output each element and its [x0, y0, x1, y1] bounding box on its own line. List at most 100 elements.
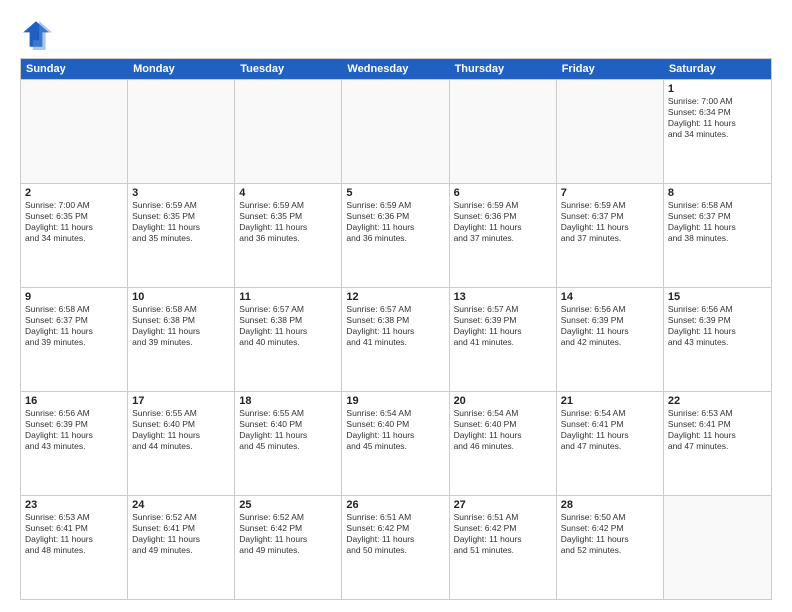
empty-cell-0-0: [21, 80, 128, 183]
day-info: Sunrise: 6:53 AM Sunset: 6:41 PM Dayligh…: [25, 512, 123, 556]
day-info: Sunrise: 6:57 AM Sunset: 6:38 PM Dayligh…: [346, 304, 444, 348]
day-number: 6: [454, 187, 552, 199]
day-cell-18: 18Sunrise: 6:55 AM Sunset: 6:40 PM Dayli…: [235, 392, 342, 495]
day-info: Sunrise: 6:59 AM Sunset: 6:35 PM Dayligh…: [132, 200, 230, 244]
day-cell-7: 7Sunrise: 6:59 AM Sunset: 6:37 PM Daylig…: [557, 184, 664, 287]
day-info: Sunrise: 7:00 AM Sunset: 6:35 PM Dayligh…: [25, 200, 123, 244]
day-number: 9: [25, 291, 123, 303]
day-number: 14: [561, 291, 659, 303]
day-info: Sunrise: 6:59 AM Sunset: 6:36 PM Dayligh…: [346, 200, 444, 244]
day-number: 2: [25, 187, 123, 199]
day-cell-3: 3Sunrise: 6:59 AM Sunset: 6:35 PM Daylig…: [128, 184, 235, 287]
day-number: 17: [132, 395, 230, 407]
day-info: Sunrise: 6:51 AM Sunset: 6:42 PM Dayligh…: [346, 512, 444, 556]
day-number: 28: [561, 499, 659, 511]
day-cell-12: 12Sunrise: 6:57 AM Sunset: 6:38 PM Dayli…: [342, 288, 449, 391]
day-info: Sunrise: 6:56 AM Sunset: 6:39 PM Dayligh…: [561, 304, 659, 348]
day-number: 12: [346, 291, 444, 303]
week-row-1: 2Sunrise: 7:00 AM Sunset: 6:35 PM Daylig…: [21, 183, 771, 287]
day-info: Sunrise: 6:58 AM Sunset: 6:37 PM Dayligh…: [668, 200, 767, 244]
week-row-4: 23Sunrise: 6:53 AM Sunset: 6:41 PM Dayli…: [21, 495, 771, 599]
day-info: Sunrise: 6:57 AM Sunset: 6:38 PM Dayligh…: [239, 304, 337, 348]
day-cell-1: 1Sunrise: 7:00 AM Sunset: 6:34 PM Daylig…: [664, 80, 771, 183]
day-info: Sunrise: 6:56 AM Sunset: 6:39 PM Dayligh…: [25, 408, 123, 452]
day-cell-26: 26Sunrise: 6:51 AM Sunset: 6:42 PM Dayli…: [342, 496, 449, 599]
week-row-3: 16Sunrise: 6:56 AM Sunset: 6:39 PM Dayli…: [21, 391, 771, 495]
header-day-tuesday: Tuesday: [235, 59, 342, 79]
day-cell-14: 14Sunrise: 6:56 AM Sunset: 6:39 PM Dayli…: [557, 288, 664, 391]
day-info: Sunrise: 6:50 AM Sunset: 6:42 PM Dayligh…: [561, 512, 659, 556]
day-info: Sunrise: 6:56 AM Sunset: 6:39 PM Dayligh…: [668, 304, 767, 348]
page: SundayMondayTuesdayWednesdayThursdayFrid…: [0, 0, 792, 612]
day-cell-11: 11Sunrise: 6:57 AM Sunset: 6:38 PM Dayli…: [235, 288, 342, 391]
day-number: 8: [668, 187, 767, 199]
day-cell-21: 21Sunrise: 6:54 AM Sunset: 6:41 PM Dayli…: [557, 392, 664, 495]
day-cell-5: 5Sunrise: 6:59 AM Sunset: 6:36 PM Daylig…: [342, 184, 449, 287]
calendar-body: 1Sunrise: 7:00 AM Sunset: 6:34 PM Daylig…: [21, 79, 771, 599]
empty-cell-0-2: [235, 80, 342, 183]
day-cell-25: 25Sunrise: 6:52 AM Sunset: 6:42 PM Dayli…: [235, 496, 342, 599]
header-day-wednesday: Wednesday: [342, 59, 449, 79]
header-day-friday: Friday: [557, 59, 664, 79]
day-info: Sunrise: 6:52 AM Sunset: 6:41 PM Dayligh…: [132, 512, 230, 556]
day-cell-23: 23Sunrise: 6:53 AM Sunset: 6:41 PM Dayli…: [21, 496, 128, 599]
empty-cell-0-5: [557, 80, 664, 183]
day-number: 5: [346, 187, 444, 199]
week-row-2: 9Sunrise: 6:58 AM Sunset: 6:37 PM Daylig…: [21, 287, 771, 391]
day-cell-8: 8Sunrise: 6:58 AM Sunset: 6:37 PM Daylig…: [664, 184, 771, 287]
day-cell-2: 2Sunrise: 7:00 AM Sunset: 6:35 PM Daylig…: [21, 184, 128, 287]
header-day-saturday: Saturday: [664, 59, 771, 79]
header-day-sunday: Sunday: [21, 59, 128, 79]
day-number: 13: [454, 291, 552, 303]
day-number: 15: [668, 291, 767, 303]
header: [20, 18, 772, 50]
logo: [20, 18, 56, 50]
empty-cell-0-1: [128, 80, 235, 183]
day-info: Sunrise: 6:54 AM Sunset: 6:41 PM Dayligh…: [561, 408, 659, 452]
day-info: Sunrise: 7:00 AM Sunset: 6:34 PM Dayligh…: [668, 96, 767, 140]
day-number: 7: [561, 187, 659, 199]
day-info: Sunrise: 6:58 AM Sunset: 6:37 PM Dayligh…: [25, 304, 123, 348]
day-cell-6: 6Sunrise: 6:59 AM Sunset: 6:36 PM Daylig…: [450, 184, 557, 287]
day-cell-10: 10Sunrise: 6:58 AM Sunset: 6:38 PM Dayli…: [128, 288, 235, 391]
day-info: Sunrise: 6:54 AM Sunset: 6:40 PM Dayligh…: [454, 408, 552, 452]
day-number: 20: [454, 395, 552, 407]
day-number: 24: [132, 499, 230, 511]
day-number: 16: [25, 395, 123, 407]
day-info: Sunrise: 6:59 AM Sunset: 6:36 PM Dayligh…: [454, 200, 552, 244]
logo-icon: [20, 18, 52, 50]
day-info: Sunrise: 6:53 AM Sunset: 6:41 PM Dayligh…: [668, 408, 767, 452]
day-number: 4: [239, 187, 337, 199]
day-cell-9: 9Sunrise: 6:58 AM Sunset: 6:37 PM Daylig…: [21, 288, 128, 391]
week-row-0: 1Sunrise: 7:00 AM Sunset: 6:34 PM Daylig…: [21, 79, 771, 183]
day-info: Sunrise: 6:59 AM Sunset: 6:37 PM Dayligh…: [561, 200, 659, 244]
day-cell-24: 24Sunrise: 6:52 AM Sunset: 6:41 PM Dayli…: [128, 496, 235, 599]
day-cell-4: 4Sunrise: 6:59 AM Sunset: 6:35 PM Daylig…: [235, 184, 342, 287]
day-cell-15: 15Sunrise: 6:56 AM Sunset: 6:39 PM Dayli…: [664, 288, 771, 391]
day-number: 3: [132, 187, 230, 199]
day-info: Sunrise: 6:59 AM Sunset: 6:35 PM Dayligh…: [239, 200, 337, 244]
day-number: 22: [668, 395, 767, 407]
day-number: 10: [132, 291, 230, 303]
header-day-thursday: Thursday: [450, 59, 557, 79]
calendar: SundayMondayTuesdayWednesdayThursdayFrid…: [20, 58, 772, 600]
empty-cell-0-4: [450, 80, 557, 183]
day-info: Sunrise: 6:51 AM Sunset: 6:42 PM Dayligh…: [454, 512, 552, 556]
day-number: 27: [454, 499, 552, 511]
day-number: 23: [25, 499, 123, 511]
empty-cell-0-3: [342, 80, 449, 183]
day-number: 1: [668, 83, 767, 95]
day-cell-27: 27Sunrise: 6:51 AM Sunset: 6:42 PM Dayli…: [450, 496, 557, 599]
header-day-monday: Monday: [128, 59, 235, 79]
day-cell-20: 20Sunrise: 6:54 AM Sunset: 6:40 PM Dayli…: [450, 392, 557, 495]
day-info: Sunrise: 6:58 AM Sunset: 6:38 PM Dayligh…: [132, 304, 230, 348]
day-cell-22: 22Sunrise: 6:53 AM Sunset: 6:41 PM Dayli…: [664, 392, 771, 495]
day-number: 26: [346, 499, 444, 511]
day-cell-13: 13Sunrise: 6:57 AM Sunset: 6:39 PM Dayli…: [450, 288, 557, 391]
day-cell-17: 17Sunrise: 6:55 AM Sunset: 6:40 PM Dayli…: [128, 392, 235, 495]
day-number: 18: [239, 395, 337, 407]
day-number: 19: [346, 395, 444, 407]
day-cell-28: 28Sunrise: 6:50 AM Sunset: 6:42 PM Dayli…: [557, 496, 664, 599]
day-info: Sunrise: 6:52 AM Sunset: 6:42 PM Dayligh…: [239, 512, 337, 556]
day-number: 11: [239, 291, 337, 303]
